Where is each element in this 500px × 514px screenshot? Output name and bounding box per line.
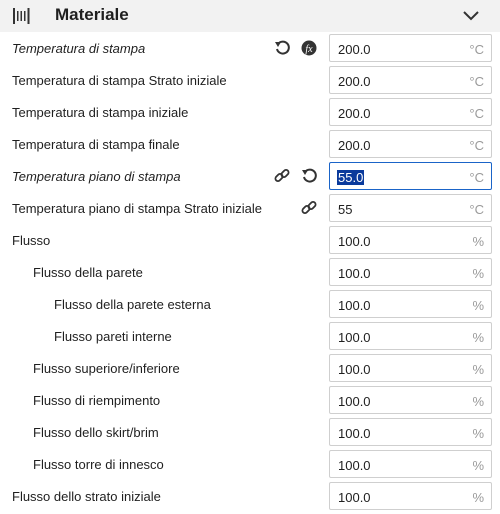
setting-label: Temperatura di stampa: [12, 41, 146, 56]
setting-unit: %: [472, 426, 484, 441]
setting-unit: %: [472, 490, 484, 505]
scrollbar[interactable]: [495, 32, 500, 514]
setting-value: 100.0: [338, 330, 371, 345]
setting-label: Temperatura di stampa iniziale: [12, 105, 189, 120]
link-icon[interactable]: [301, 200, 317, 216]
setting-unit: %: [472, 394, 484, 409]
setting-value: 100.0: [338, 298, 371, 313]
setting-unit: °C: [469, 106, 484, 121]
setting-value: 100.0: [338, 266, 371, 281]
setting-label: Temperatura piano di stampa: [12, 169, 181, 184]
setting-label: Flusso torre di innesco: [33, 457, 164, 472]
setting-label: Flusso della parete: [33, 265, 143, 280]
setting-unit: °C: [469, 74, 484, 89]
setting-row[interactable]: Temperatura di stampa iniziale 200.0 °C: [0, 96, 500, 128]
setting-row[interactable]: Flusso 100.0%: [0, 224, 500, 256]
setting-value: 100.0: [338, 394, 371, 409]
setting-unit: %: [472, 298, 484, 313]
setting-label: Temperatura di stampa finale: [12, 137, 180, 152]
setting-row[interactable]: Flusso pareti interne 100.0%: [0, 320, 500, 352]
setting-value-field[interactable]: 55 °C: [329, 194, 492, 222]
chevron-down-icon[interactable]: [462, 9, 480, 23]
setting-value-field[interactable]: 200.0 °C: [329, 34, 492, 62]
setting-value: 100.0: [338, 458, 371, 473]
setting-value: 200.0: [338, 138, 371, 153]
setting-row[interactable]: Flusso della parete 100.0%: [0, 256, 500, 288]
setting-label: Flusso dello strato iniziale: [12, 489, 161, 504]
setting-unit: %: [472, 362, 484, 377]
setting-row[interactable]: Temperatura di stampa Strato iniziale 200…: [0, 64, 500, 96]
setting-unit: %: [472, 266, 484, 281]
setting-value-field[interactable]: 100.0%: [329, 418, 492, 446]
setting-value: 200.0: [338, 74, 371, 89]
setting-value: 100.0: [338, 234, 371, 249]
setting-row[interactable]: Temperatura di stampa finale 200.0 °C: [0, 128, 500, 160]
reset-icon[interactable]: [274, 40, 290, 56]
setting-row[interactable]: Flusso torre di innesco 100.0%: [0, 448, 500, 480]
setting-value: 55: [338, 202, 353, 217]
setting-unit: °C: [469, 138, 484, 153]
setting-value-field[interactable]: 100.0%: [329, 386, 492, 414]
setting-value-field[interactable]: 100.0%: [329, 258, 492, 286]
setting-unit: °C: [469, 170, 484, 185]
setting-label: Temperatura piano di stampa Strato inizi…: [12, 201, 263, 216]
setting-value-field[interactable]: 55.0 °C: [329, 162, 492, 190]
reset-icon[interactable]: [301, 168, 317, 184]
setting-label: Flusso dello skirt/brim: [33, 425, 159, 440]
setting-row[interactable]: Flusso della parete esterna 100.0%: [0, 288, 500, 320]
category-title: Materiale: [55, 5, 129, 24]
setting-unit: °C: [469, 202, 484, 217]
setting-value-field[interactable]: 200.0 °C: [329, 98, 492, 126]
setting-label: Flusso pareti interne: [54, 329, 172, 344]
setting-value-field[interactable]: 100.0%: [329, 482, 492, 510]
setting-value-field[interactable]: 100.0%: [329, 450, 492, 478]
setting-value: 200.0: [338, 106, 371, 121]
setting-value: 100.0: [338, 490, 371, 505]
setting-value: 200.0: [338, 42, 371, 57]
setting-row[interactable]: Flusso di riempimento 100.0%: [0, 384, 500, 416]
setting-value: 55.0: [337, 170, 365, 185]
setting-label: Flusso della parete esterna: [54, 297, 211, 312]
setting-label: Flusso di riempimento: [33, 393, 161, 408]
setting-label: Flusso superiore/inferiore: [33, 361, 180, 376]
setting-unit: °C: [469, 42, 484, 57]
setting-row[interactable]: Flusso dello strato iniziale 100.0%: [0, 480, 500, 512]
setting-row[interactable]: Temperatura di stampa fx 200.0 °C: [0, 32, 500, 64]
setting-value-field[interactable]: 100.0%: [329, 290, 492, 318]
setting-row[interactable]: Temperatura piano di stampa Strato inizi…: [0, 192, 500, 224]
setting-value: 100.0: [338, 362, 371, 377]
setting-value-field[interactable]: 200.0 °C: [329, 66, 492, 94]
setting-row[interactable]: Flusso dello skirt/brim 100.0%: [0, 416, 500, 448]
setting-label: Flusso: [12, 233, 51, 248]
setting-value-field[interactable]: 100.0%: [329, 354, 492, 382]
setting-value: 100.0: [338, 426, 371, 441]
setting-value-field[interactable]: 100.0%: [329, 322, 492, 350]
setting-unit: %: [472, 330, 484, 345]
category-header[interactable]: Materiale: [0, 0, 500, 32]
setting-unit: %: [472, 234, 484, 249]
spool-icon: [13, 8, 30, 24]
setting-unit: %: [472, 458, 484, 473]
function-icon[interactable]: fx: [301, 40, 317, 56]
svg-text:fx: fx: [305, 44, 313, 55]
setting-row[interactable]: Temperatura piano di stampa 55.0 °C: [0, 160, 500, 192]
setting-value-field[interactable]: 100.0%: [329, 226, 492, 254]
link-icon[interactable]: [274, 168, 290, 184]
setting-label: Temperatura di stampa Strato iniziale: [12, 73, 227, 88]
setting-value-field[interactable]: 200.0 °C: [329, 130, 492, 158]
setting-row[interactable]: Flusso superiore/inferiore 100.0%: [0, 352, 500, 384]
